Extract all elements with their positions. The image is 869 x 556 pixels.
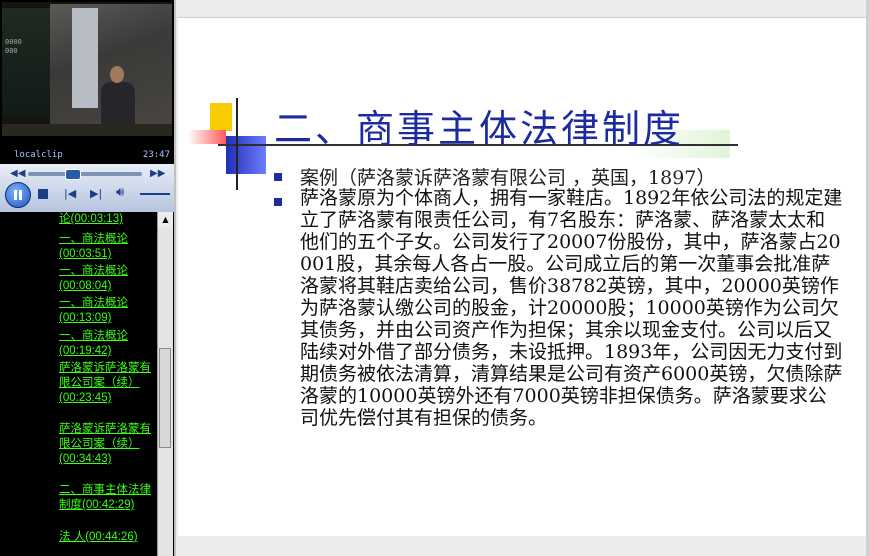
playlist-scrollbar[interactable]: ▲ [157, 212, 173, 556]
playlist-item[interactable]: 一、商法概论(00:13:09) [59, 296, 154, 326]
previous-track-icon[interactable]: |◀ [64, 188, 76, 200]
next-track-icon[interactable]: ▶| [90, 188, 102, 200]
clip-info-bar: localclip 23:47 [0, 144, 174, 166]
fast-forward-icon[interactable]: ▶▶ [150, 168, 165, 180]
playlist-item[interactable]: 萨洛蒙诉萨洛蒙有限公司案（续）(00:23:45) [59, 361, 154, 406]
floor [2, 124, 172, 136]
slide-canvas: 二、商事主体法律制度 案例（萨洛蒙诉萨洛蒙有限公司 ，英国，1897） 萨洛蒙原… [178, 17, 866, 536]
clip-name: localclip [14, 150, 63, 160]
video-frame[interactable]: 0000 000 [2, 2, 172, 136]
title-decoration-yellow [210, 103, 232, 131]
case-body-text: 萨洛蒙原为个体商人，拥有一家鞋店。1892年依公司法的规定建立了萨洛蒙有限责任公… [300, 187, 843, 429]
playlist-item[interactable]: 法 人(00:44:26) [59, 530, 154, 545]
playlist-item[interactable]: 一、商法概论(00:03:51) [59, 232, 154, 262]
playlist: 论(00:03:13) 一、商法概论(00:03:51) 一、商法概论(00:08:… [0, 212, 156, 556]
title-vertical-line [236, 98, 238, 190]
bullet-icon [274, 173, 282, 181]
blackboard: 0000 000 [2, 8, 50, 118]
playlist-item[interactable]: 论(00:03:13) [59, 212, 154, 227]
volume-icon[interactable]: 🔊︎ [116, 186, 124, 199]
clip-time: 23:47 [142, 150, 170, 160]
slide-panel: 二、商事主体法律制度 案例（萨洛蒙诉萨洛蒙有限公司 ，英国，1897） 萨洛蒙原… [176, 0, 869, 556]
player-panel: 0000 000 localclip 23:47 ◀◀ ▶▶ |◀ ▶| 🔊︎ 论… [0, 0, 174, 556]
pause-icon[interactable] [5, 182, 31, 208]
slide-title: 二、商事主体法律制度 [274, 107, 685, 151]
bullet-icon [274, 198, 282, 206]
case-heading: 案例（萨洛蒙诉萨洛蒙有限公司 ，英国，1897） [300, 167, 716, 189]
lecturer-body [101, 82, 135, 128]
lecturer-head [110, 66, 124, 83]
scroll-up-icon[interactable]: ▲ [158, 212, 173, 227]
stop-icon[interactable] [38, 189, 48, 199]
seek-thumb[interactable] [65, 169, 81, 180]
player-controls: ◀◀ ▶▶ |◀ ▶| 🔊︎ [0, 164, 174, 212]
seek-bar[interactable] [28, 169, 142, 180]
scroll-thumb[interactable] [159, 348, 171, 448]
playlist-item[interactable]: 二、商事主体法律制度(00:42:29) [59, 483, 154, 513]
playlist-item[interactable]: 一、商法概论(00:08:04) [59, 264, 154, 294]
rewind-icon[interactable]: ◀◀ [10, 168, 25, 180]
projector-screen [72, 8, 98, 108]
playlist-item[interactable]: 萨洛蒙诉萨洛蒙有限公司案（续）(00:34:43) [59, 422, 154, 467]
title-decoration-red [188, 130, 226, 144]
title-decoration-blue [226, 136, 266, 174]
volume-slider[interactable] [140, 193, 170, 195]
playlist-item[interactable]: 一、商法概论(00:19:42) [59, 329, 154, 359]
